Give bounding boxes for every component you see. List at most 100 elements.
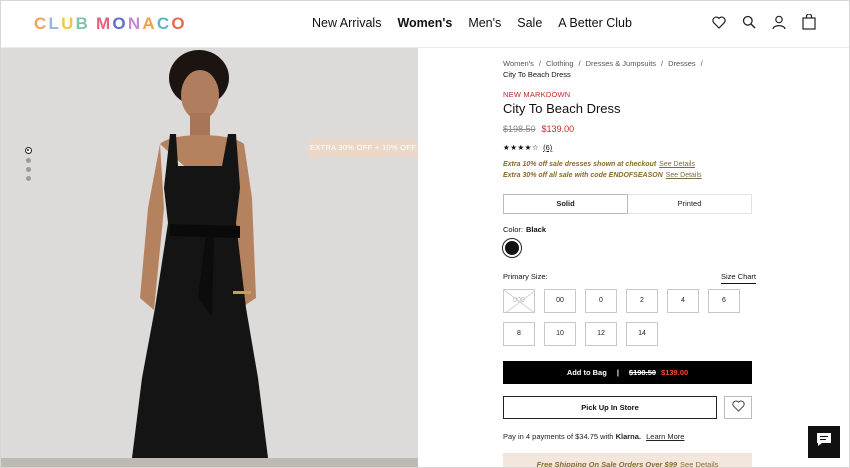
price-block: $198.50 $139.00 [503,124,574,134]
size-label: 12 [597,330,605,337]
add-to-bag-sale-price: $139.00 [661,368,689,377]
breadcrumb: Women's / Clothing / Dresses & Jumpsuits / Dre… [503,58,753,80]
size-option-4[interactable]: 4 [667,289,699,313]
shipping-text: Free Shipping On Sale Orders Over $99 [536,460,678,468]
rating[interactable]: ★★★★☆ (6) [503,143,552,152]
nav-link-new-arrivals[interactable]: New Arrivals [312,16,381,30]
offer-2: Extra 30% off all sale with code ENDOFSE… [503,172,702,179]
header-icons [712,14,816,30]
offer-see-details-link[interactable]: See Details [666,172,702,179]
gallery-dots [25,147,32,181]
nav-link-sale[interactable]: Sale [517,16,542,30]
model-photo [0,48,418,468]
size-label: 8 [517,330,521,337]
chat-button[interactable] [808,426,840,458]
logo-letter: O [171,14,187,33]
add-to-bag-old-price: $198.50 [628,368,657,377]
size-option-6[interactable]: 6 [708,289,740,313]
klarna-learn-more-link[interactable]: Learn More [646,432,684,441]
gallery-dot[interactable] [26,158,31,163]
size-label: 10 [556,330,564,337]
logo-letter: L [48,14,62,33]
nav-link-women-s[interactable]: Women's [397,16,452,30]
nav-link-men-s[interactable]: Men's [468,16,501,30]
color-value: Black [526,225,547,234]
search-icon[interactable] [742,14,756,30]
breadcrumb-separator: / [661,59,664,68]
markdown-badge: NEW MARKDOWN [503,90,571,99]
logo-letter: O [112,14,128,33]
size-option-2[interactable]: 2 [626,289,658,313]
offer-text: Extra 30% off all sale with code ENDOFSE… [503,172,663,179]
nav-link-a-better-club[interactable]: A Better Club [558,16,632,30]
size-option-8[interactable]: 8 [503,322,535,346]
size-label: 14 [638,330,646,337]
offer-1: Extra 10% off sale dresses shown at chec… [503,161,695,168]
size-option-0[interactable]: 0 [585,289,617,313]
tab-printed[interactable]: Printed [628,195,751,213]
offer-text: Extra 10% off sale dresses shown at chec… [503,161,657,168]
review-count-link[interactable]: (6) [543,143,552,152]
color-label-text: Color: [503,225,524,234]
size-grid: 000 00 0 2 4 6 8 10 12 14 [503,289,753,346]
pattern-tabs: Solid Printed [503,194,752,214]
logo-letter: N [127,14,143,33]
shipping-see-details-link[interactable]: See Details [680,460,718,468]
size-label: 2 [640,297,644,304]
sale-price: $139.00 [541,124,575,134]
color-swatch-black[interactable] [502,238,522,258]
add-to-bag-separator: | [616,368,619,377]
breadcrumb-current: City To Beach Dress [503,70,571,79]
site-header: CLUB MONACO New Arrivals Women's Men's Sale… [0,0,850,48]
breadcrumb-link[interactable]: Dresses & Jumpsuits [586,59,656,68]
gallery-dot[interactable] [26,167,31,172]
add-to-bag-button[interactable]: Add to Bag | $198.50 $139.00 [503,361,752,384]
chat-icon [816,432,832,452]
size-option-00[interactable]: 00 [544,289,576,313]
klarna-brand: Klarna. [615,432,642,441]
size-option-10[interactable]: 10 [544,322,576,346]
account-icon[interactable] [772,14,786,30]
gallery-dot[interactable] [25,147,32,154]
bag-icon[interactable] [802,14,816,30]
original-price: $198.50 [503,124,536,134]
size-label: 0 [599,297,603,304]
size-option-12[interactable]: 12 [585,322,617,346]
promo-tag: EXTRA 30% OFF + 10% OFF [308,139,418,157]
breadcrumb-link[interactable]: Clothing [546,59,574,68]
size-label: 4 [681,297,685,304]
heart-icon[interactable] [712,14,726,30]
unavailable-strike [504,290,534,312]
size-option-000[interactable]: 000 [503,289,535,313]
gallery-dot[interactable] [26,176,31,181]
logo-letter: C [156,14,172,33]
color-label: Color: Black [503,225,546,234]
rating-stars: ★★★★☆ [503,143,540,152]
shipping-banner: Free Shipping On Sale Orders Over $99 See… [503,453,752,468]
tab-solid[interactable]: Solid [503,194,628,214]
breadcrumb-link[interactable]: Women's [503,59,534,68]
logo-letter: M [96,14,113,33]
product-title: City To Beach Dress [503,101,621,116]
size-label: 6 [722,297,726,304]
breadcrumb-separator: / [538,59,541,68]
klarna-message: Pay in 4 payments of $34.75 with Klarna.… [503,432,684,441]
logo-letter: B [75,14,91,33]
club-monaco-logo[interactable]: CLUB MONACO [34,14,187,34]
size-option-14[interactable]: 14 [626,322,658,346]
logo-letter: C [34,14,49,33]
add-to-wishlist-button[interactable] [724,396,752,419]
logo-letter: A [142,14,157,33]
heart-icon [731,399,745,417]
product-image[interactable]: EXTRA 30% OFF + 10% OFF [0,48,418,468]
logo-letter: U [61,14,76,33]
size-chart-link[interactable]: Size Chart [721,272,757,284]
breadcrumb-separator: / [578,59,581,68]
add-to-bag-label: Add to Bag [566,368,607,377]
klarna-prefix: Pay in 4 payments of $34.75 with [503,432,614,441]
size-label: 00 [556,297,564,304]
breadcrumb-link[interactable]: Dresses [668,59,696,68]
pick-up-in-store-button[interactable]: Pick Up In Store [503,396,717,419]
breadcrumb-separator: / [700,59,703,68]
offer-see-details-link[interactable]: See Details [659,161,695,168]
